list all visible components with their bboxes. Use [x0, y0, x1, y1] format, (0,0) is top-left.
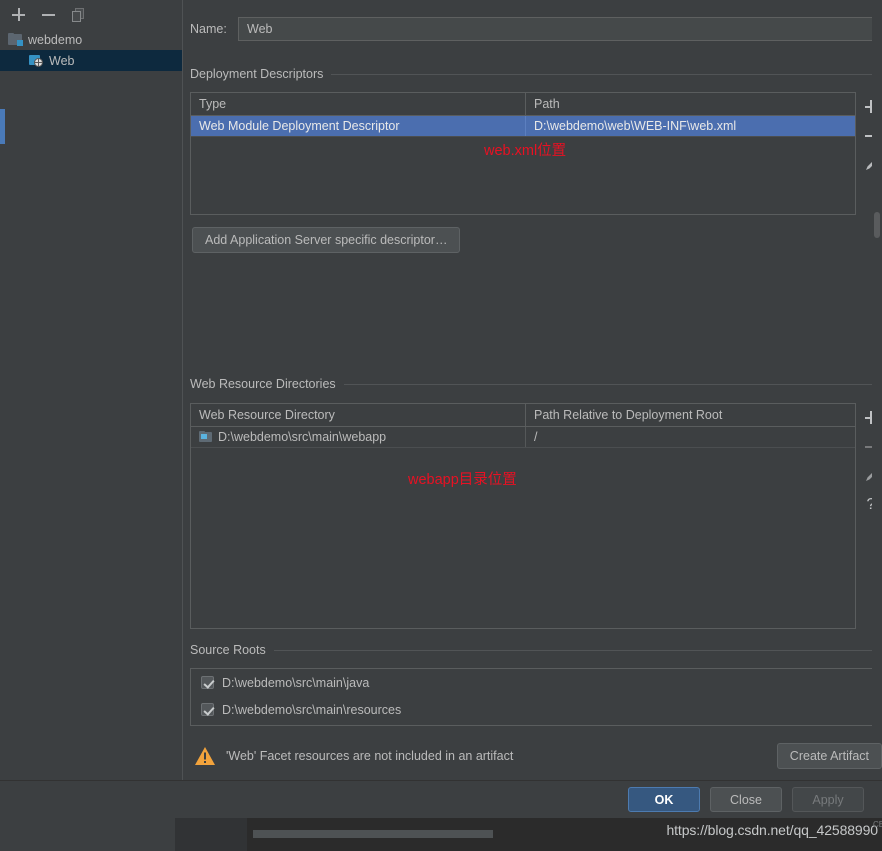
source-root-checkbox[interactable] — [201, 703, 214, 716]
warning-triangle-icon — [194, 746, 216, 766]
source-root-label: D:\webdemo\src\main\resources — [222, 702, 402, 717]
cell-directory: D:\webdemo\src\main\webapp — [191, 427, 526, 447]
tree-item-label: webdemo — [28, 32, 83, 47]
module-tree[interactable]: webdemo Web — [0, 29, 182, 813]
project-structure-dialog: webdemo Web Name: Deployment Descriptors — [0, 0, 882, 851]
warning-bar: 'Web' Facet resources are not included i… — [190, 738, 882, 774]
remove-module-icon[interactable] — [40, 6, 58, 24]
copy-module-icon[interactable] — [70, 6, 88, 24]
folder-icon — [199, 431, 213, 443]
facet-settings-panel: Name: Deployment Descriptors Type Path W… — [182, 0, 882, 780]
source-root-checkbox[interactable] — [201, 676, 214, 689]
add-app-server-descriptor-button[interactable]: Add Application Server specific descript… — [192, 227, 461, 253]
section-label: Deployment Descriptors — [190, 67, 324, 81]
name-row: Name: — [190, 16, 874, 42]
below-progress-strip — [253, 830, 493, 838]
tree-scroll-indicator[interactable] — [0, 109, 5, 144]
source-root-label: D:\webdemo\src\main\java — [222, 675, 370, 690]
section-rule — [343, 383, 874, 385]
table-row[interactable]: Web Module Deployment Descriptor D:\webd… — [191, 116, 855, 137]
deployment-descriptors-section-title: Deployment Descriptors — [190, 66, 874, 82]
background-below-dialog: https://blog.csdn.net/qq_42588990 CBo — [0, 818, 882, 851]
section-label: Source Roots — [190, 643, 266, 657]
ok-button[interactable]: OK — [628, 787, 700, 812]
section-label: Web Resource Directories — [190, 377, 336, 391]
create-artifact-button[interactable]: Create Artifact — [776, 743, 882, 769]
cell-path: D:\webdemo\web\WEB-INF\web.xml — [534, 119, 737, 133]
section-rule — [331, 73, 874, 75]
panel-divider — [182, 0, 183, 813]
below-column-left — [0, 818, 175, 851]
tree-toolbar — [0, 0, 182, 29]
list-item[interactable]: D:\webdemo\src\main\resources — [191, 696, 873, 723]
web-resource-directories-section-title: Web Resource Directories — [190, 376, 874, 392]
cell-relative-path: / — [534, 430, 538, 444]
section-rule — [273, 649, 874, 651]
tree-item-webdemo[interactable]: webdemo — [0, 29, 182, 50]
table-header: Web Resource Directory Path Relative to … — [191, 404, 855, 427]
warning-message: 'Web' Facet resources are not included i… — [226, 749, 514, 763]
table-header: Type Path — [191, 93, 855, 116]
annotation-webapp: webapp目录位置 — [408, 472, 517, 488]
tree-item-web[interactable]: Web — [0, 50, 182, 71]
column-header-relative-path[interactable]: Path Relative to Deployment Root — [526, 404, 855, 426]
name-input[interactable] — [238, 17, 874, 41]
panel-scrollbar-track[interactable] — [872, 0, 882, 780]
add-module-icon[interactable] — [10, 6, 28, 24]
web-resource-directories-table[interactable]: Web Resource Directory Path Relative to … — [190, 403, 856, 629]
cell-type: Web Module Deployment Descriptor — [191, 116, 526, 136]
below-column-mid — [176, 818, 246, 851]
module-folder-icon — [8, 33, 23, 46]
column-header-path[interactable]: Path — [526, 93, 855, 115]
column-header-web-resource-directory[interactable]: Web Resource Directory — [191, 404, 526, 426]
module-tree-panel: webdemo Web — [0, 0, 182, 813]
dialog-button-bar: OK Close Apply — [0, 780, 882, 818]
source-roots-list[interactable]: D:\webdemo\src\main\java D:\webdemo\src\… — [190, 668, 874, 726]
watermark-side-text: CBo — [873, 820, 882, 829]
column-header-type[interactable]: Type — [191, 93, 526, 115]
watermark-url: https://blog.csdn.net/qq_42588990 — [666, 822, 878, 838]
close-button[interactable]: Close — [710, 787, 782, 812]
list-item[interactable]: D:\webdemo\src\main\java — [191, 669, 873, 696]
tree-item-label: Web — [49, 53, 75, 68]
annotation-webxml: web.xml位置 — [484, 143, 567, 159]
web-facet-icon — [28, 54, 44, 68]
cell-directory-label: D:\webdemo\src\main\webapp — [218, 430, 387, 444]
apply-button[interactable]: Apply — [792, 787, 864, 812]
source-roots-section-title: Source Roots — [190, 642, 874, 658]
panel-scrollbar-thumb[interactable] — [874, 212, 880, 238]
name-label: Name: — [190, 22, 227, 36]
table-row[interactable]: D:\webdemo\src\main\webapp / — [191, 427, 855, 448]
